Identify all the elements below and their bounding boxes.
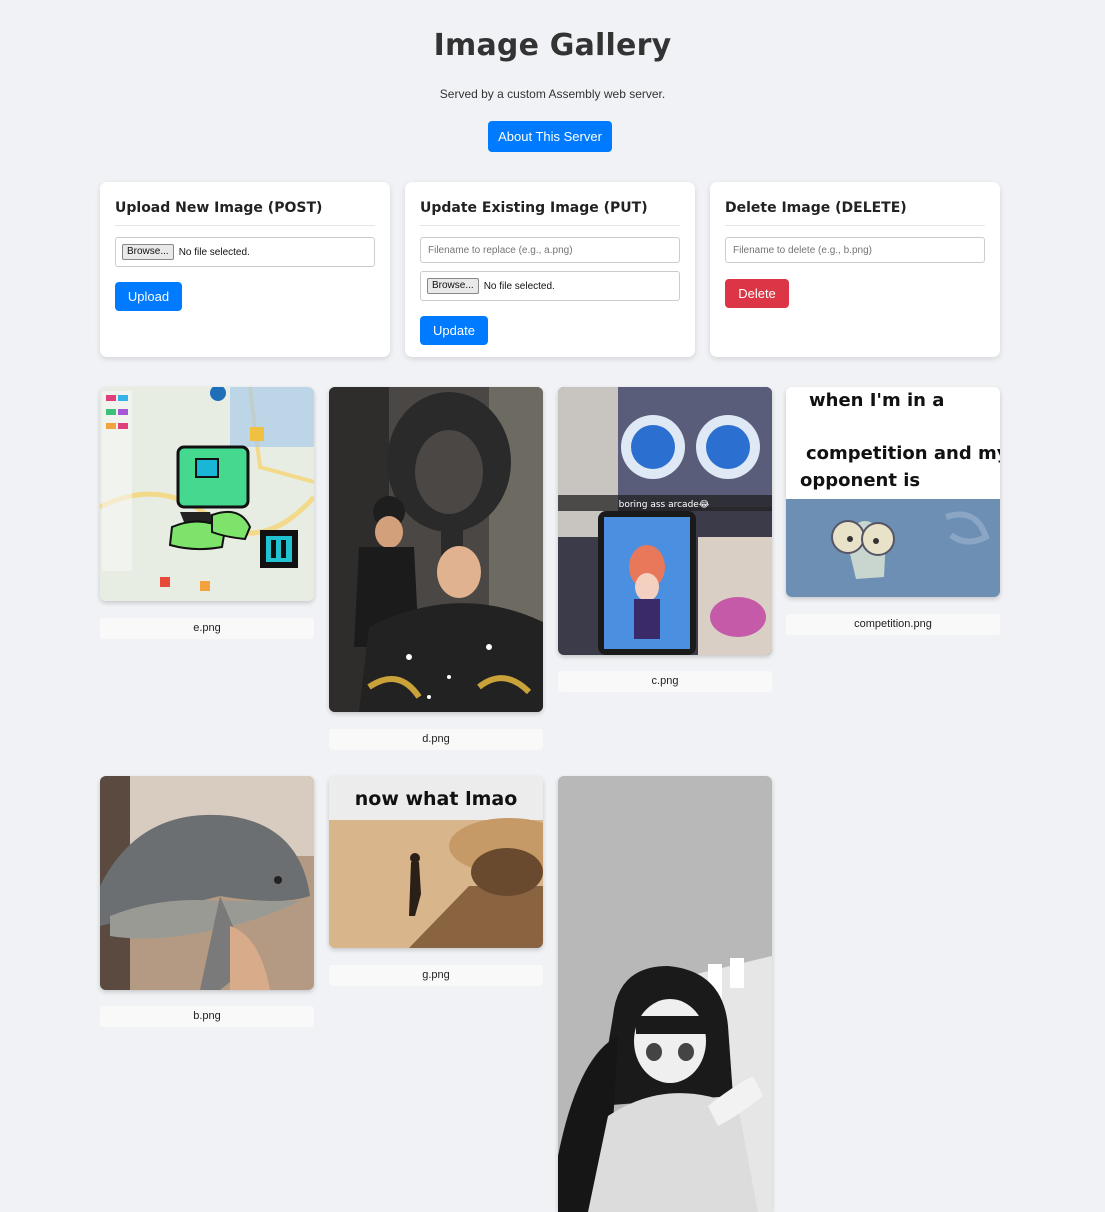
meme-text-line-2: competition and my — [806, 443, 1000, 464]
meme-text-line-1: when I'm in a — [809, 390, 944, 411]
update-file-status: No file selected. — [483, 280, 555, 292]
page-title: Image Gallery — [433, 28, 672, 63]
gallery-image-c[interactable]: boring ass arcade😂 — [558, 387, 772, 655]
gallery-image-competition[interactable]: when I'm in a competition and my opponen… — [786, 387, 1000, 597]
update-file-input[interactable]: Browse... No file selected. — [420, 271, 680, 301]
barber-photo-image — [329, 387, 543, 712]
boulder-meme-image: now what lmao — [329, 776, 543, 948]
caption-d: d.png — [329, 729, 543, 750]
delete-card: Delete Image (DELETE) Delete — [710, 182, 1000, 357]
competition-meme-image: when I'm in a competition and my opponen… — [786, 387, 1000, 597]
page: Image Gallery Served by a custom Assembl… — [0, 0, 1105, 1212]
about-server-button[interactable]: About This Server — [488, 121, 612, 152]
gallery-image-anime[interactable] — [558, 776, 772, 1212]
upload-button[interactable]: Upload — [115, 282, 182, 311]
upload-card: Upload New Image (POST) Browse... No fil… — [100, 182, 390, 357]
upload-browse-button[interactable]: Browse... — [122, 244, 174, 260]
map-character-image — [100, 387, 314, 601]
delete-filename-input[interactable] — [725, 237, 985, 263]
arcade-phone-image: boring ass arcade😂 — [558, 387, 772, 655]
meme-text-line-3: opponent is — [800, 470, 920, 491]
update-button[interactable]: Update — [420, 316, 488, 345]
upload-file-status: No file selected. — [178, 246, 250, 258]
update-browse-button[interactable]: Browse... — [427, 278, 479, 294]
caption-e: e.png — [100, 618, 314, 639]
update-card: Update Existing Image (PUT) Browse... No… — [405, 182, 695, 357]
meme-caption-text: now what lmao — [355, 788, 518, 810]
caption-g: g.png — [329, 965, 543, 986]
page-subtitle: Served by a custom Assembly web server. — [439, 87, 666, 101]
gallery-image-e[interactable] — [100, 387, 314, 601]
caption-c: c.png — [558, 671, 772, 692]
caption-b: b.png — [100, 1006, 314, 1027]
gallery-image-g[interactable]: now what lmao — [329, 776, 543, 948]
delete-button[interactable]: Delete — [725, 279, 789, 308]
upload-heading: Upload New Image (POST) — [115, 200, 375, 226]
caption-competition: competition.png — [786, 614, 1000, 635]
arcade-overlay-text: boring ass arcade😂 — [619, 499, 710, 510]
plush-whale-image — [100, 776, 314, 990]
gallery-image-b[interactable] — [100, 776, 314, 990]
update-filename-input[interactable] — [420, 237, 680, 263]
delete-heading: Delete Image (DELETE) — [725, 200, 985, 226]
update-heading: Update Existing Image (PUT) — [420, 200, 680, 226]
gallery-image-d[interactable] — [329, 387, 543, 712]
upload-file-input[interactable]: Browse... No file selected. — [115, 237, 375, 267]
anime-girl-image — [558, 776, 772, 1212]
